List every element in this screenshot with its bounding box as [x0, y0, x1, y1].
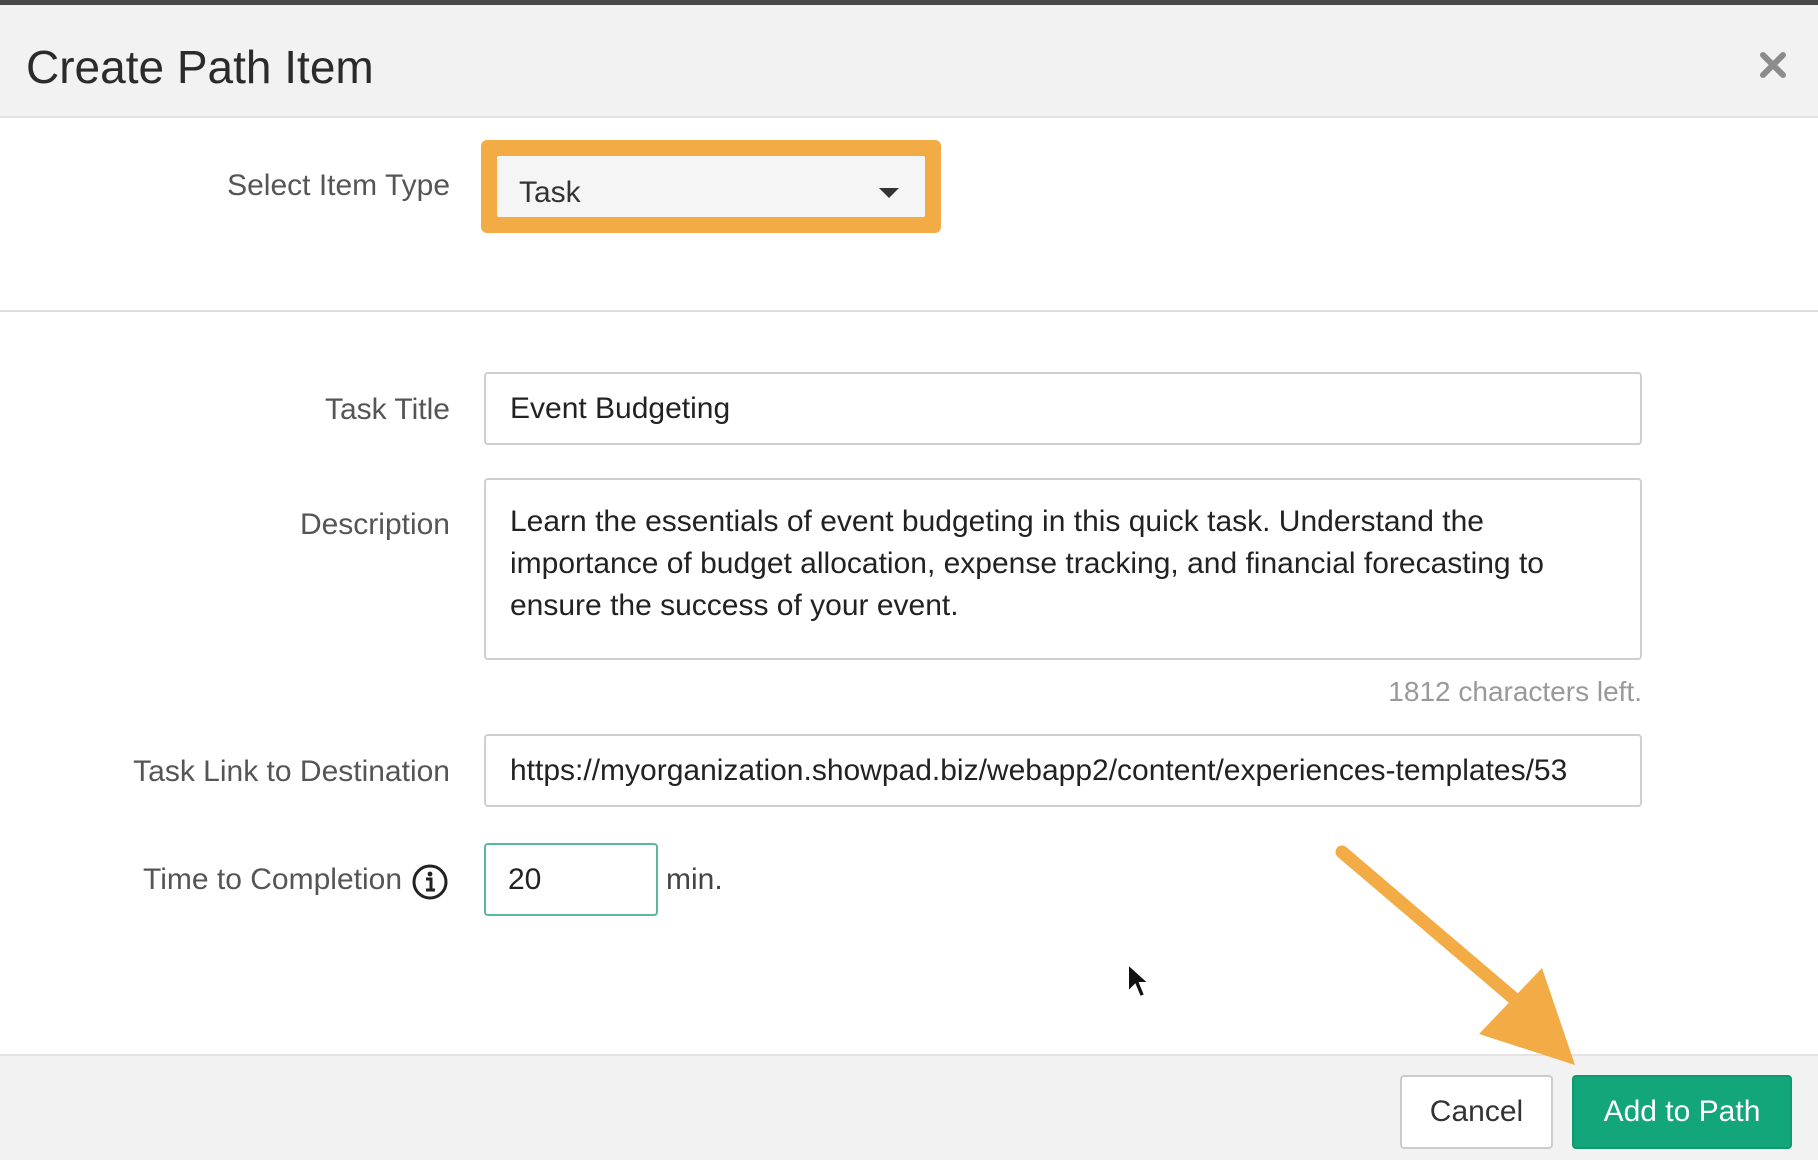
info-icon[interactable]	[411, 863, 449, 901]
item-type-value: Task	[519, 176, 581, 209]
task-link-value: https://myorganization.showpad.biz/webap…	[510, 754, 1568, 787]
task-link-input[interactable]: https://myorganization.showpad.biz/webap…	[484, 734, 1642, 807]
add-to-path-button[interactable]: Add to Path	[1572, 1075, 1792, 1149]
dialog-footer: Cancel Add to Path	[0, 1054, 1818, 1160]
cancel-button[interactable]: Cancel	[1400, 1075, 1553, 1149]
caret-down-icon	[879, 188, 899, 198]
time-to-completion-label: Time to Completion	[143, 863, 402, 896]
item-type-highlight: Task	[481, 140, 941, 233]
dialog-title: Create Path Item	[26, 41, 374, 93]
item-type-select[interactable]: Task	[497, 156, 925, 217]
select-item-type-label: Select Item Type	[227, 169, 450, 202]
task-title-value: Event Budgeting	[510, 392, 731, 425]
time-to-completion-value: 20	[508, 863, 542, 896]
description-textarea[interactable]: Learn the essentials of event budgeting …	[484, 478, 1642, 660]
time-to-completion-input[interactable]: 20	[484, 843, 658, 916]
annotation-arrow-icon	[1335, 845, 1575, 1065]
description-value: Learn the essentials of event budgeting …	[510, 505, 1544, 622]
time-unit-label: min.	[666, 863, 723, 896]
task-link-label: Task Link to Destination	[133, 755, 450, 788]
close-icon[interactable]	[1747, 39, 1799, 91]
description-label: Description	[299, 508, 450, 541]
characters-left-counter: 1812 characters left.	[1388, 676, 1642, 707]
task-title-input[interactable]: Event Budgeting	[484, 372, 1642, 445]
mouse-cursor-icon	[1127, 962, 1152, 999]
task-title-label: Task Title	[324, 393, 450, 426]
dialog-header: Create Path Item	[0, 5, 1818, 118]
